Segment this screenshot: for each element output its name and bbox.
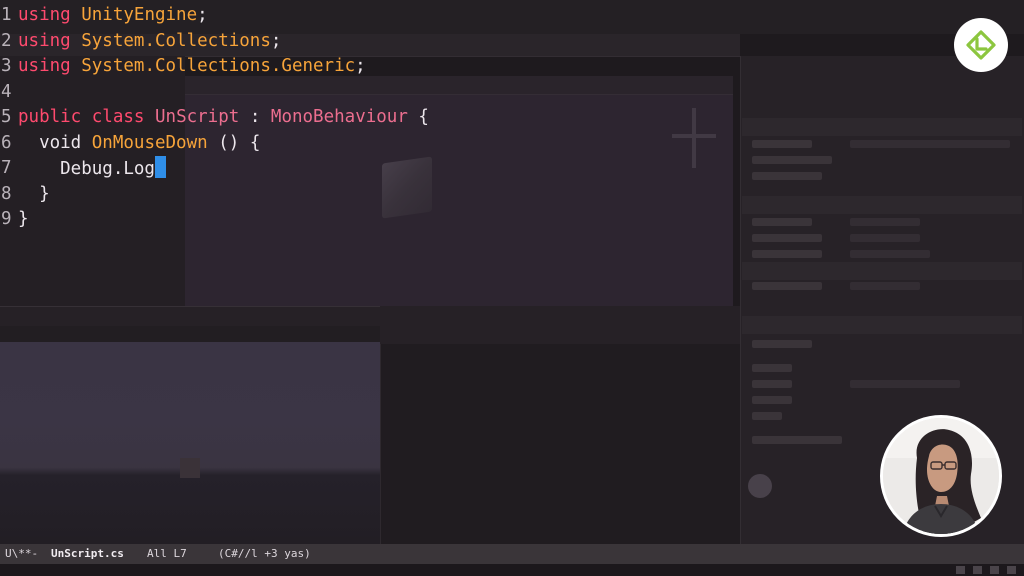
lynda-logo-icon <box>954 18 1008 72</box>
line-number: 7 <box>1 158 12 178</box>
status-icon <box>990 566 999 574</box>
code-token: UnityEngine <box>81 5 198 25</box>
code-token: } <box>18 209 29 229</box>
minibuffer[interactable] <box>0 564 1024 576</box>
presenter-webcam <box>880 415 1002 537</box>
code-text[interactable]: Debug.Log <box>18 156 166 183</box>
major-mode: (C#//l +3 yas) <box>218 547 311 560</box>
line-number: 8 <box>1 183 12 204</box>
line-number: 6 <box>1 132 12 153</box>
code-text[interactable]: public class UnScript : MonoBehaviour { <box>18 105 429 131</box>
status-icon <box>956 566 965 574</box>
unity-status-icons <box>956 564 1016 576</box>
line-number: 3 <box>1 56 12 76</box>
code-text[interactable]: using System.Collections.Generic; <box>18 54 366 80</box>
code-token: System.Collections.Generic <box>81 56 356 76</box>
line-number: 9 <box>1 209 12 229</box>
buffer-status: U\**- <box>5 547 39 560</box>
code-token: void <box>18 132 92 153</box>
code-token: ; <box>197 5 208 25</box>
buffer-filename: UnScript.cs <box>51 547 124 560</box>
code-token: () { <box>207 132 261 153</box>
code-token: using <box>18 30 71 51</box>
code-token: { <box>407 107 429 127</box>
text-cursor <box>154 156 166 178</box>
code-token: ; <box>270 30 282 51</box>
code-token: : <box>239 107 271 127</box>
cursor-position: All L7 <box>147 547 187 560</box>
code-token: Debug.Log <box>18 159 155 179</box>
code-token: using <box>18 56 71 76</box>
line-number: 1 <box>1 5 12 25</box>
line-number: 4 <box>1 81 12 102</box>
code-token: using <box>18 5 71 25</box>
line-number: 2 <box>1 30 12 51</box>
code-text[interactable]: void OnMouseDown () { <box>18 131 260 157</box>
status-icon <box>973 566 982 574</box>
line-number: 5 <box>1 107 12 127</box>
code-text[interactable]: using UnityEngine; <box>18 3 208 29</box>
code-token: } <box>18 183 50 204</box>
code-token: MonoBehaviour <box>270 107 408 127</box>
code-token: class <box>91 107 145 127</box>
code-text[interactable]: } <box>18 207 29 233</box>
code-token: ; <box>355 56 366 76</box>
code-token: OnMouseDown <box>91 132 208 153</box>
code-token: public <box>18 107 82 127</box>
code-text[interactable]: using System.Collections; <box>18 29 281 55</box>
code-text[interactable]: } <box>18 182 50 208</box>
code-token: System.Collections <box>81 30 271 51</box>
editor-modeline: U\**- UnScript.cs All L7 (C#//l +3 yas) <box>0 544 1024 564</box>
code-editor[interactable]: 1 using UnityEngine; 2 using System.Collect… <box>0 0 1024 544</box>
code-token: UnScript <box>155 107 240 127</box>
status-icon <box>1007 566 1016 574</box>
